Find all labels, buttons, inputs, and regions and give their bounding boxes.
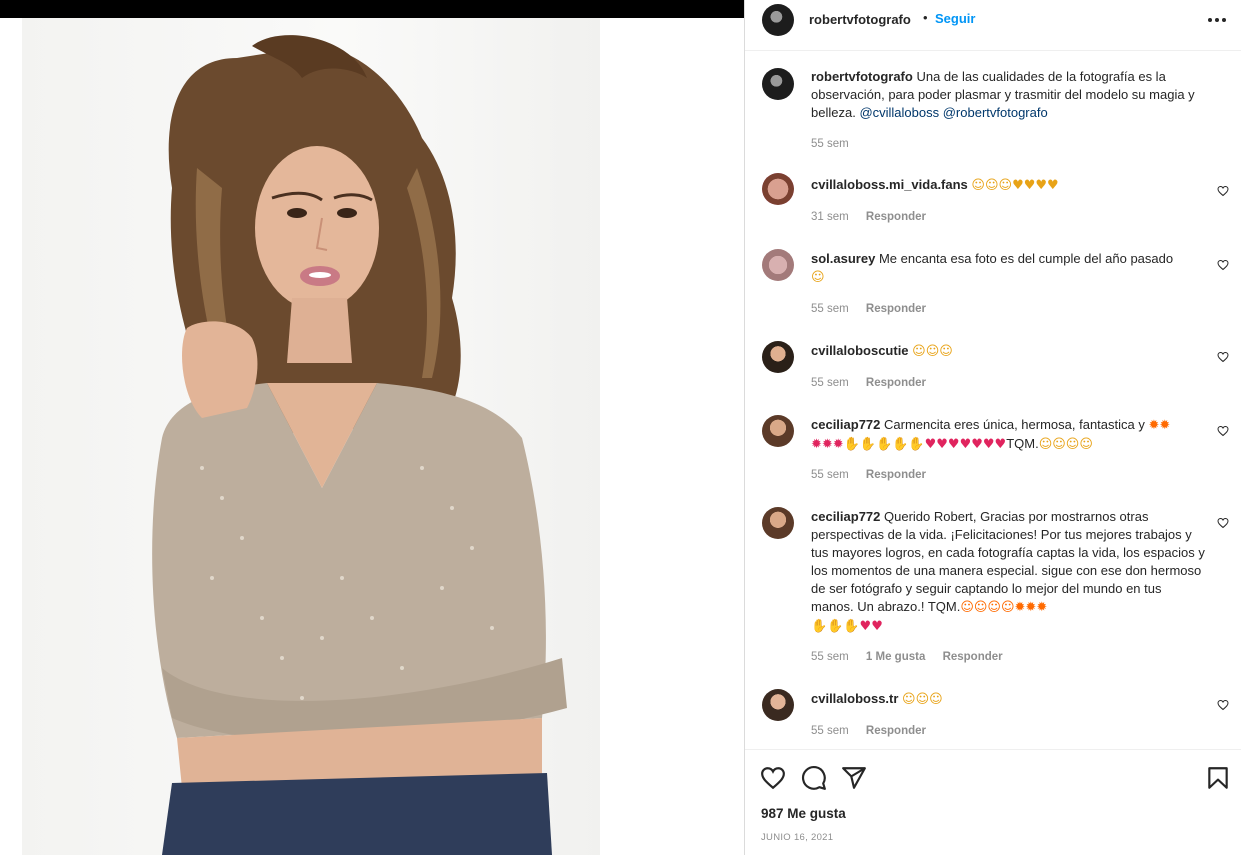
comment-emoji: ☺☺☺ [902, 692, 943, 707]
comment-suffix: TQM. [1006, 436, 1039, 451]
comment-text: cvillaloboss.mi_vida.fans ☺☺☺♥♥♥♥ [811, 176, 1205, 195]
mention-link[interactable]: @cvillaloboss [859, 105, 939, 120]
follow-button[interactable]: Seguir [935, 11, 975, 26]
comment-text: ceciliap772 Carmencita eres única, hermo… [811, 416, 1205, 454]
comment-username[interactable]: ceciliap772 [811, 417, 880, 432]
comment-username[interactable]: cvillaloboss.mi_vida.fans [811, 177, 968, 192]
comment-emoji: ☺☺☺☺ [1038, 437, 1093, 452]
comment-emoji: ☺ [811, 270, 825, 285]
media-top-bar [0, 0, 744, 18]
comment-text: cvillaloboss.tr ☺☺☺ [811, 690, 1205, 709]
reply-button[interactable]: Responder [866, 377, 926, 389]
comment-time[interactable]: 31 sem [811, 211, 849, 223]
share-icon[interactable] [841, 765, 867, 791]
post-side-panel: robertvfotografo • Seguir robertvfotogra… [744, 0, 1241, 855]
comment-icon[interactable] [801, 765, 827, 791]
comment-meta: 31 sem Responder [811, 211, 940, 223]
caption-text: robertvfotografo Una de las cualidades d… [811, 68, 1205, 122]
comment-time[interactable]: 55 sem [811, 377, 849, 389]
comment-time[interactable]: 55 sem [811, 303, 849, 315]
like-comment-heart-icon[interactable] [1217, 259, 1229, 271]
comment-meta: 55 sem Responder [811, 303, 940, 315]
comment-meta: 55 sem 1 Me gusta Responder [811, 651, 1017, 663]
comment-emoji: ☺☺☺☺✹✹✹ [960, 600, 1048, 615]
reply-button[interactable]: Responder [866, 469, 926, 481]
comment-likes-count[interactable]: 1 Me gusta [866, 651, 925, 663]
caption-time[interactable]: 55 sem [811, 138, 849, 150]
comment-time[interactable]: 55 sem [811, 469, 849, 481]
comment-avatar[interactable] [762, 173, 794, 205]
comment-username[interactable]: cvillaloboss.tr [811, 691, 898, 706]
comment-emoji: ✹✹ [1148, 418, 1171, 433]
comment-text: ceciliap772 Querido Robert, Gracias por … [811, 508, 1205, 636]
comment-avatar[interactable] [762, 689, 794, 721]
comment-avatar[interactable] [762, 415, 794, 447]
reply-button[interactable]: Responder [866, 211, 926, 223]
like-comment-heart-icon[interactable] [1217, 351, 1229, 363]
like-comment-heart-icon[interactable] [1217, 185, 1229, 197]
comment-meta: 55 sem Responder [811, 725, 940, 737]
post-photo[interactable] [22, 18, 600, 855]
comment-text: sol.asurey Me encanta esa foto es del cu… [811, 250, 1205, 287]
reply-button[interactable]: Responder [866, 303, 926, 315]
post-date[interactable]: JUNIO 16, 2021 [761, 832, 833, 843]
comment-meta: 55 sem Responder [811, 377, 940, 389]
caption-username[interactable]: robertvfotografo [811, 69, 913, 84]
caption-avatar[interactable] [762, 68, 794, 100]
comment-username[interactable]: cvillaloboscutie [811, 343, 909, 358]
comments-list[interactable]: robertvfotografo Una de las cualidades d… [745, 50, 1241, 748]
author-username[interactable]: robertvfotografo [809, 12, 911, 27]
post-header: robertvfotografo • Seguir [745, 0, 1241, 50]
author-avatar[interactable] [762, 4, 794, 36]
heart-icon[interactable] [760, 765, 786, 791]
like-comment-heart-icon[interactable] [1217, 699, 1229, 711]
comment-avatar[interactable] [762, 249, 794, 281]
comment-emoji: ☺☺☺ [912, 344, 953, 359]
caption-meta: 55 sem [811, 138, 863, 150]
post-media[interactable] [0, 0, 744, 855]
comment-body: Querido Robert, Gracias por mostrarnos o… [811, 509, 1205, 614]
header-separator: • [923, 10, 928, 25]
comment-emoji: ☺☺☺♥♥♥♥ [971, 178, 1059, 193]
mention-link[interactable]: @robertvfotografo [943, 105, 1048, 120]
comment-time[interactable]: 55 sem [811, 725, 849, 737]
comment-body: Me encanta esa foto es del cumple del añ… [878, 251, 1174, 266]
comment-username[interactable]: sol.asurey [811, 251, 875, 266]
bookmark-icon[interactable] [1205, 765, 1231, 791]
comment-emoji: ✋✋✋♥♥ [811, 619, 883, 634]
comment-meta: 55 sem Responder [811, 469, 940, 481]
comment-time[interactable]: 55 sem [811, 651, 849, 663]
reply-button[interactable]: Responder [866, 725, 926, 737]
reply-button[interactable]: Responder [943, 651, 1003, 663]
comment-avatar[interactable] [762, 341, 794, 373]
more-horizontal-icon[interactable] [1206, 10, 1228, 30]
post-likes-count[interactable]: 987 Me gusta [761, 806, 846, 821]
like-comment-heart-icon[interactable] [1217, 517, 1229, 529]
post-actions: 987 Me gusta JUNIO 16, 2021 [745, 749, 1241, 855]
comment-text: cvillaloboscutie ☺☺☺ [811, 342, 1205, 361]
comment-emoji: ✹✹✹✋✋✋✋✋♥♥♥♥♥♥♥ [811, 437, 1007, 452]
like-comment-heart-icon[interactable] [1217, 425, 1229, 437]
photo-illustration [152, 35, 567, 855]
comment-username[interactable]: ceciliap772 [811, 509, 880, 524]
comment-body: Carmencita eres única, hermosa, fantasti… [884, 417, 1145, 432]
comment-avatar[interactable] [762, 507, 794, 539]
